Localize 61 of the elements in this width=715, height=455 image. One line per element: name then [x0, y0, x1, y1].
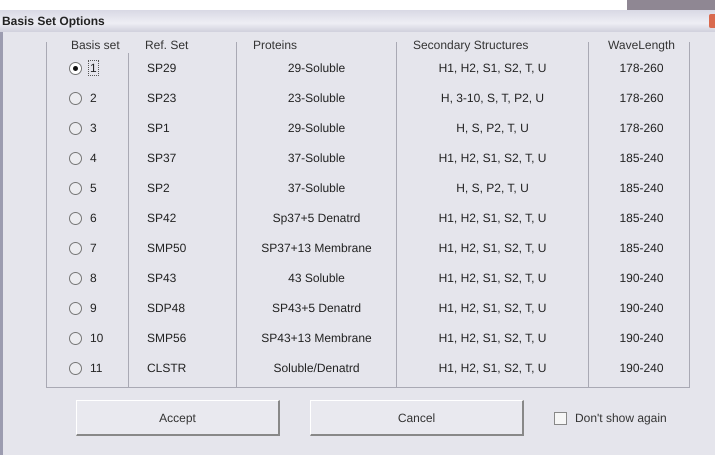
table-cell-text: SP1 [146, 120, 171, 137]
table-cell-text: 29-Soluble [286, 60, 346, 77]
table-cell-text: H1, H2, S1, S2, T, U [438, 300, 548, 317]
table-cell-text: SMP50 [146, 240, 188, 257]
table-cell-text: 29-Soluble [286, 120, 346, 137]
table-cell-text: 190-240 [618, 360, 665, 377]
radio-button[interactable]: 11 [47, 353, 128, 383]
table-cell-text: SP37 [146, 150, 178, 167]
radio-button[interactable]: 5 [47, 173, 128, 203]
radio-button[interactable]: 3 [47, 113, 128, 143]
close-icon[interactable] [709, 14, 715, 28]
table-cell-text: 178-260 [618, 120, 665, 137]
radio-button[interactable]: 6 [47, 203, 128, 233]
table-cell-text: SP43 [146, 270, 178, 287]
table-cell-text: SP29 [146, 60, 178, 77]
accept-button[interactable]: Accept [76, 400, 280, 436]
table-cell-text: 37-Soluble [286, 180, 346, 197]
table-cell-text: H1, H2, S1, S2, T, U [438, 150, 548, 167]
table-cell-text: SDP48 [146, 300, 186, 317]
dont-show-again-checkbox[interactable]: Don't show again [554, 411, 667, 425]
radio-button[interactable]: 1 [47, 53, 128, 83]
table-cell-text: CLSTR [146, 360, 188, 377]
table-cell-text: 190-240 [618, 330, 665, 347]
radio-button[interactable]: 9 [47, 293, 128, 323]
window-title: Basis Set Options [1, 14, 105, 28]
table-cell-text: 185-240 [618, 180, 665, 197]
table-cell-text: 37-Soluble [286, 150, 346, 167]
table-cell-text: SMP56 [146, 330, 188, 347]
table-cell-text: H, S, P2, T, U [455, 180, 530, 197]
table-cell-text: 190-240 [618, 270, 665, 287]
table-cell-text: 178-260 [618, 60, 665, 77]
table-cell-text: Soluble/Denatrd [272, 360, 361, 377]
table-cell-text: H1, H2, S1, S2, T, U [438, 240, 548, 257]
table-cell-text: 185-240 [618, 240, 665, 257]
table-cell-text: H1, H2, S1, S2, T, U [438, 330, 548, 347]
table-cell-text: H, S, P2, T, U [455, 120, 530, 137]
table-cell-text: SP43+5 Denatrd [270, 300, 362, 317]
table-cell-text: 185-240 [618, 150, 665, 167]
radio-button[interactable]: 7 [47, 233, 128, 263]
radio-button[interactable]: 2 [47, 83, 128, 113]
table-cell-text: H, 3-10, S, T, P2, U [440, 90, 546, 107]
column-header: WaveLength [608, 38, 675, 53]
table-cell-text: H1, H2, S1, S2, T, U [438, 60, 548, 77]
table-cell-text: SP23 [146, 90, 178, 107]
table-cell-text: SP2 [146, 180, 171, 197]
radio-button[interactable]: 4 [47, 143, 128, 173]
table-cell-text: 190-240 [618, 300, 665, 317]
table-cell-text: 43 Soluble [287, 270, 346, 287]
table-cell-text: SP37+13 Membrane [260, 240, 373, 257]
radio-button[interactable]: 8 [47, 263, 128, 293]
table-cell-text: H1, H2, S1, S2, T, U [438, 270, 548, 287]
radio-button[interactable]: 10 [47, 323, 128, 353]
table-cell-text: Sp37+5 Denatrd [272, 210, 362, 227]
cancel-button[interactable]: Cancel [310, 400, 524, 436]
table-cell-text: SP43+13 Membrane [260, 330, 373, 347]
table-cell-text: H1, H2, S1, S2, T, U [438, 360, 548, 377]
table-cell-text: 185-240 [618, 210, 665, 227]
table-cell-text: SP42 [146, 210, 178, 227]
table-cell-text: 23-Soluble [286, 90, 346, 107]
table-cell-text: 178-260 [618, 90, 665, 107]
table-cell-text: H1, H2, S1, S2, T, U [438, 210, 548, 227]
